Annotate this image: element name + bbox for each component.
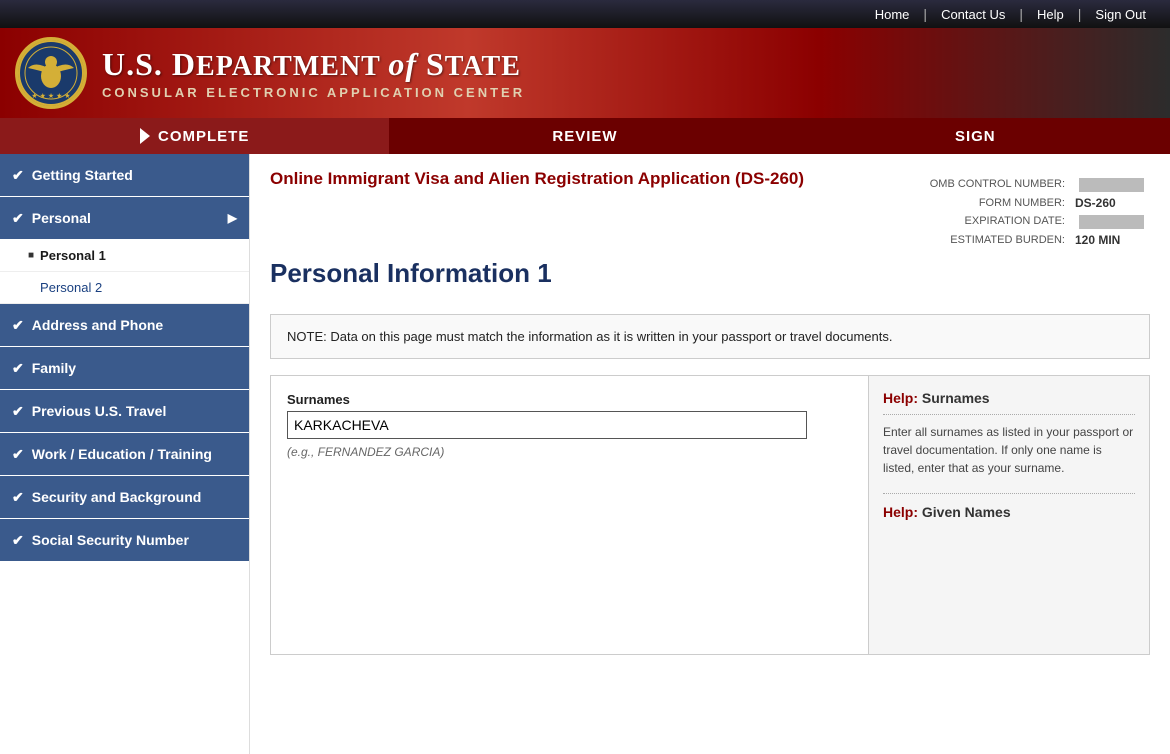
main-layout: ✔ Getting Started ✔ Personal ▶ ■ Persona… xyxy=(0,154,1170,754)
surnames-label: Surnames xyxy=(287,392,852,407)
note-text: NOTE: Data on this page must match the i… xyxy=(287,329,892,344)
sidebar-label-security: Security and Background xyxy=(32,489,202,505)
sidebar-sub-personal: ■ Personal 1 ■ Personal 2 xyxy=(0,240,249,304)
form-title-link[interactable]: Online Immigrant Visa and Alien Registra… xyxy=(270,169,804,188)
sidebar-label-getting-started: Getting Started xyxy=(32,167,133,183)
header-text-block: U.S. DEPARTMENT of STATE CONSULAR ELECTR… xyxy=(102,46,525,100)
help-given-section: Help: Given Names xyxy=(883,493,1135,520)
burden-label: ESTIMATED BURDEN: xyxy=(926,232,1069,248)
check-icon-personal: ✔ xyxy=(12,210,24,227)
form-meta: OMB CONTROL NUMBER: FORM NUMBER: DS-260 … xyxy=(924,174,1150,250)
form-fields: Surnames (e.g., FERNANDEZ GARCIA) xyxy=(271,376,869,654)
tab-bar: COMPLETE REVIEW SIGN xyxy=(0,118,1170,154)
sidebar-item-ssn[interactable]: ✔ Social Security Number xyxy=(0,519,249,561)
sidebar-label-address: Address and Phone xyxy=(32,317,163,333)
top-navigation: Home | Contact Us | Help | Sign Out xyxy=(0,0,1170,28)
sidebar-label-personal: Personal xyxy=(32,210,91,226)
sidebar-item-work[interactable]: ✔ Work / Education / Training xyxy=(0,433,249,475)
tab-complete-label: COMPLETE xyxy=(158,128,249,145)
help-surnames-title: Help: Surnames xyxy=(883,390,1135,406)
check-icon-getting-started: ✔ xyxy=(12,167,24,184)
sidebar-label-travel: Previous U.S. Travel xyxy=(32,403,167,419)
tab-arrow-icon xyxy=(140,128,150,144)
help-link[interactable]: Help xyxy=(1023,7,1078,22)
tab-sign[interactable]: SIGN xyxy=(781,118,1170,154)
tab-review-label: REVIEW xyxy=(552,128,617,145)
help-label: Help: xyxy=(883,390,918,406)
check-icon-family: ✔ xyxy=(12,360,24,377)
sidebar-item-family[interactable]: ✔ Family xyxy=(0,347,249,389)
sidebar-label-family: Family xyxy=(32,360,76,376)
sidebar-label-ssn: Social Security Number xyxy=(32,532,189,548)
department-seal: ★ ★ ★ ★ ★ xyxy=(15,37,87,109)
help-given-title: Help: Given Names xyxy=(883,493,1135,520)
page-title: Personal Information 1 xyxy=(270,258,1150,289)
bullet-icon: ■ xyxy=(28,250,34,261)
sidebar-subitem-personal-1[interactable]: ■ Personal 1 xyxy=(0,240,249,272)
site-title: U.S. DEPARTMENT of STATE xyxy=(102,46,525,83)
svg-text:★ ★ ★ ★ ★: ★ ★ ★ ★ ★ xyxy=(31,92,70,100)
check-icon-ssn: ✔ xyxy=(12,532,24,549)
sidebar-item-address[interactable]: ✔ Address and Phone xyxy=(0,304,249,346)
form-section: Surnames (e.g., FERNANDEZ GARCIA) Help: … xyxy=(270,375,1150,655)
surnames-input[interactable] xyxy=(287,411,807,439)
page-header: OMB CONTROL NUMBER: FORM NUMBER: DS-260 … xyxy=(270,154,1150,314)
site-header: ★ ★ ★ ★ ★ U.S. DEPARTMENT of STATE CONSU… xyxy=(0,28,1170,118)
check-icon-security: ✔ xyxy=(12,489,24,506)
tab-complete[interactable]: COMPLETE xyxy=(0,118,390,154)
home-link[interactable]: Home xyxy=(861,7,924,22)
form-num-label: FORM NUMBER: xyxy=(926,195,1069,211)
note-box: NOTE: Data on this page must match the i… xyxy=(270,314,1150,359)
sidebar-item-personal[interactable]: ✔ Personal ▶ xyxy=(0,197,249,239)
omb-label: OMB CONTROL NUMBER: xyxy=(926,176,1069,193)
help-given-label: Help: xyxy=(883,504,918,520)
sidebar-sublabel-personal-2: Personal 2 xyxy=(40,280,102,295)
help-surnames-text: Enter all surnames as listed in your pas… xyxy=(883,414,1135,477)
signout-link[interactable]: Sign Out xyxy=(1081,7,1160,22)
sidebar-sublabel-personal-1: Personal 1 xyxy=(40,248,106,263)
omb-value xyxy=(1071,176,1148,193)
tab-review[interactable]: REVIEW xyxy=(390,118,780,154)
help-panel: Help: Surnames Enter all surnames as lis… xyxy=(869,376,1149,654)
check-icon-work: ✔ xyxy=(12,446,24,463)
tab-sign-label: SIGN xyxy=(955,128,996,145)
chevron-right-icon: ▶ xyxy=(228,211,237,225)
site-subtitle: CONSULAR ELECTRONIC APPLICATION CENTER xyxy=(102,85,525,100)
sidebar-subitem-personal-2[interactable]: ■ Personal 2 xyxy=(0,272,249,304)
exp-value xyxy=(1071,213,1148,230)
help-surnames-keyword: Surnames xyxy=(922,390,990,406)
check-icon-address: ✔ xyxy=(12,317,24,334)
surnames-hint: (e.g., FERNANDEZ GARCIA) xyxy=(287,445,852,459)
sidebar-label-work: Work / Education / Training xyxy=(32,446,212,462)
sidebar-item-security[interactable]: ✔ Security and Background xyxy=(0,476,249,518)
sidebar-item-getting-started[interactable]: ✔ Getting Started xyxy=(0,154,249,196)
check-icon-travel: ✔ xyxy=(12,403,24,420)
sidebar: ✔ Getting Started ✔ Personal ▶ ■ Persona… xyxy=(0,154,250,754)
burden-value: 120 MIN xyxy=(1071,232,1148,248)
contact-link[interactable]: Contact Us xyxy=(927,7,1019,22)
sidebar-item-previous-travel[interactable]: ✔ Previous U.S. Travel xyxy=(0,390,249,432)
main-content: OMB CONTROL NUMBER: FORM NUMBER: DS-260 … xyxy=(250,154,1170,754)
help-given-keyword: Given Names xyxy=(922,504,1011,520)
form-num-value: DS-260 xyxy=(1071,195,1148,211)
exp-label: EXPIRATION DATE: xyxy=(926,213,1069,230)
